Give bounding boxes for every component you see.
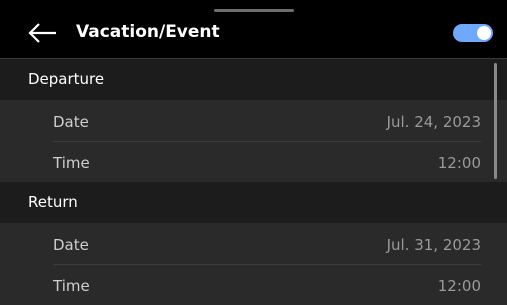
drag-handle[interactable] <box>214 9 294 12</box>
return-date-value: Jul. 31, 2023 <box>386 236 481 254</box>
return-time-value: 12:00 <box>437 277 481 295</box>
return-group: Date Jul. 31, 2023 Time 12:00 <box>0 223 507 305</box>
settings-list: Departure Date Jul. 24, 2023 Time 12:00 … <box>0 59 507 305</box>
scrollbar[interactable] <box>494 63 497 179</box>
back-button[interactable] <box>28 22 58 44</box>
departure-date-row[interactable]: Date Jul. 24, 2023 <box>0 100 507 141</box>
departure-time-value: 12:00 <box>437 154 481 172</box>
departure-group: Date Jul. 24, 2023 Time 12:00 <box>0 100 507 182</box>
row-label: Date <box>53 113 89 131</box>
toggle-knob <box>477 26 491 40</box>
row-label: Date <box>53 236 89 254</box>
section-header-departure: Departure <box>0 59 507 100</box>
page-title: Vacation/Event <box>76 22 220 42</box>
row-label: Time <box>53 277 90 295</box>
section-title: Departure <box>28 70 105 88</box>
return-date-row[interactable]: Date Jul. 31, 2023 <box>0 223 507 264</box>
vacation-toggle[interactable] <box>453 24 493 42</box>
section-header-return: Return <box>0 182 507 223</box>
return-time-row[interactable]: Time 12:00 <box>0 264 507 305</box>
row-label: Time <box>53 154 90 172</box>
departure-date-value: Jul. 24, 2023 <box>386 113 481 131</box>
app-header: Vacation/Event <box>0 0 507 58</box>
departure-time-row[interactable]: Time 12:00 <box>0 141 507 182</box>
arrow-left-icon <box>28 23 56 43</box>
section-title: Return <box>28 193 78 211</box>
